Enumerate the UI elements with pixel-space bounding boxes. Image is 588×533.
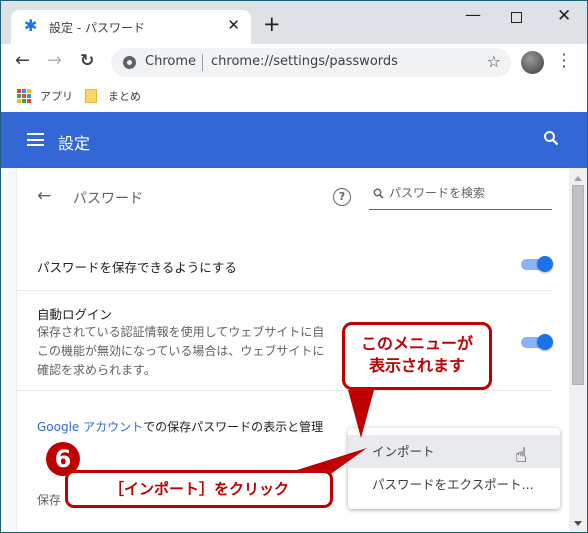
bookmark-label: アプリ [40, 90, 73, 103]
scroll-down-arrow[interactable] [574, 521, 582, 526]
google-account-text: での保存パスワードの表示と管理 [143, 420, 324, 434]
apps-dot [17, 99, 21, 103]
profile-avatar[interactable] [521, 51, 544, 74]
callout-click-import: ［インポート］をクリック [65, 470, 333, 508]
password-search-input[interactable] [389, 186, 549, 200]
bookmark-star-icon[interactable]: ☆ [487, 52, 501, 71]
divider [17, 390, 553, 391]
hand-cursor-icon: ☝ [515, 443, 528, 467]
tab-strip: ✱ 設定 - パスワード ✕ + — ✕ [1, 1, 587, 44]
bookmark-label: まとめ [108, 90, 141, 103]
offer-save-toggle[interactable] [521, 256, 553, 272]
apps-dot [22, 94, 26, 98]
back-button[interactable]: ← [15, 51, 30, 71]
bookmarks-bar: アプリ まとめ [1, 81, 587, 112]
tab-settings-passwords[interactable]: ✱ 設定 - パスワード ✕ [11, 10, 251, 44]
chrome-site-icon [123, 56, 136, 69]
reload-button[interactable]: ↻ [80, 51, 94, 71]
callout-menu-shown: このメニューが 表示されます [342, 322, 492, 390]
close-tab-icon[interactable]: ✕ [227, 16, 240, 34]
callout-tail [348, 390, 374, 438]
scroll-thumb[interactable] [572, 185, 584, 385]
apps-dot [22, 89, 26, 93]
apps-dot [17, 94, 21, 98]
menu-item-export[interactable]: パスワードをエクスポート... [348, 468, 560, 501]
search-icon [373, 188, 384, 202]
new-tab-button[interactable]: + [263, 14, 281, 35]
callout-text: 表示されます [368, 356, 465, 375]
tab-title: 設定 - パスワード [49, 21, 145, 35]
settings-header: 設定 [1, 112, 587, 168]
password-search[interactable] [369, 184, 552, 210]
scrollbar[interactable] [569, 168, 587, 532]
offer-save-label: パスワードを保存できるようにする [37, 260, 237, 275]
step-number-badge: 6 [46, 442, 80, 476]
callout-text: このメニューが [360, 334, 473, 353]
settings-title: 設定 [58, 134, 91, 153]
saved-passwords-label: 保存 [37, 493, 62, 507]
url-text[interactable]: chrome://settings/passwords [211, 54, 398, 69]
browser-toolbar: ← → ↻ Chrome chrome://settings/passwords… [1, 44, 587, 81]
chrome-menu-icon[interactable]: · · · [561, 47, 567, 75]
apps-dot [27, 99, 31, 103]
omnibox-separator [202, 54, 203, 71]
apps-dot [27, 89, 31, 93]
google-account-line: Google アカウントでの保存パスワードの表示と管理 [37, 418, 323, 435]
apps-grid-icon [17, 89, 31, 103]
bookmark-folder[interactable]: まとめ [85, 88, 141, 104]
menu-item-import[interactable]: インポート [348, 435, 560, 468]
site-label: Chrome [145, 54, 196, 69]
apps-dot [27, 94, 31, 98]
password-actions-menu: インポート パスワードをエクスポート... [348, 428, 560, 509]
maximize-button[interactable] [511, 12, 522, 23]
search-icon[interactable] [543, 130, 559, 150]
apps-dot [22, 99, 26, 103]
google-account-link[interactable]: Google アカウント [37, 420, 143, 434]
subpage-title: パスワード [73, 191, 143, 207]
apps-dot [17, 89, 21, 93]
auto-signin-toggle[interactable] [521, 334, 553, 350]
address-bar[interactable]: Chrome chrome://settings/passwords ☆ [111, 48, 511, 77]
help-icon[interactable]: ? [333, 188, 351, 206]
offer-save-row: パスワードを保存できるようにする [17, 228, 553, 290]
hamburger-menu-icon[interactable] [27, 133, 44, 146]
gear-icon: ✱ [24, 16, 38, 35]
browser-window: ✱ 設定 - パスワード ✕ + — ✕ ← → ↻ Chrome chrome… [0, 0, 588, 533]
forward-button[interactable]: → [47, 51, 62, 71]
scroll-up-arrow[interactable] [574, 176, 582, 181]
folder-icon [85, 89, 97, 103]
auto-signin-label: 自動ログイン [37, 307, 113, 322]
back-arrow-icon[interactable]: ← [37, 186, 51, 206]
minimize-button[interactable]: — [465, 5, 481, 24]
close-window-button[interactable]: ✕ [557, 6, 571, 26]
subpage-header: ← パスワード ? [17, 168, 569, 228]
bookmark-apps[interactable]: アプリ [17, 88, 73, 104]
